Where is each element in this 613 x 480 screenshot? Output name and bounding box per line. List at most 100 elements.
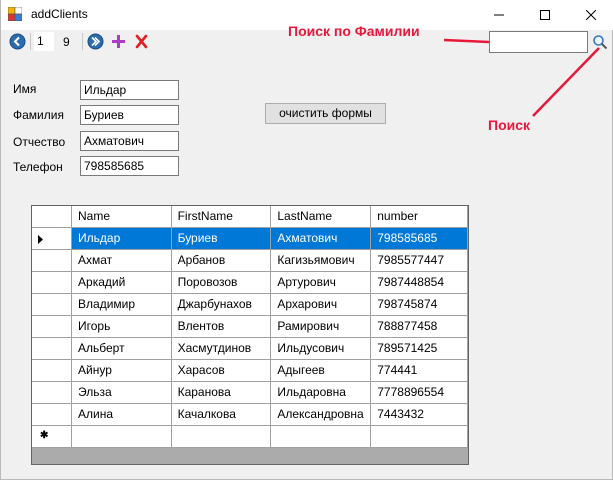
maximize-button[interactable] <box>522 0 568 30</box>
patronymic-field[interactable] <box>80 131 179 151</box>
cell-name[interactable]: Эльза <box>71 381 172 404</box>
app-window: addClients 1 9 Имя Ильдар Фамилия Буриев… <box>0 0 613 480</box>
search-icon[interactable] <box>592 34 608 50</box>
cell-lastname[interactable]: Кагизьямович <box>270 249 372 272</box>
cell-name[interactable]: Алина <box>71 403 172 426</box>
cell-firstname[interactable]: Поровозов <box>171 271 272 294</box>
move-previous-icon[interactable] <box>9 33 26 50</box>
cell-firstname[interactable]: Качалкова <box>171 403 272 426</box>
phone-field[interactable] <box>80 156 179 176</box>
minimize-button[interactable] <box>476 0 522 30</box>
row-header[interactable] <box>32 315 73 338</box>
empty-cell[interactable] <box>71 425 172 448</box>
cell-firstname[interactable]: Влентов <box>171 315 272 338</box>
cell-firstname[interactable]: Буриев <box>171 227 272 250</box>
search-annotation: Поиск <box>488 117 531 133</box>
column-header-firstname[interactable]: FirstName <box>171 206 272 228</box>
app-icon <box>8 7 22 21</box>
patronymic-label: Отчество <box>13 135 66 149</box>
row-header[interactable] <box>32 249 73 272</box>
surname-field[interactable] <box>80 105 179 125</box>
column-header-lastname[interactable]: LastName <box>270 206 372 228</box>
add-new-icon[interactable] <box>110 33 127 50</box>
grid-table: Name FirstName LastName number Ильдар Бур… <box>32 206 468 448</box>
cell-number[interactable]: 774441 <box>370 359 468 382</box>
count-label: 9 <box>63 35 70 49</box>
cell-name[interactable]: Ильдар <box>71 227 172 250</box>
surname-search-annotation: Поиск по Фамилии <box>288 23 420 39</box>
cell-firstname[interactable]: Арбанов <box>171 249 272 272</box>
cell-lastname[interactable]: Александровна <box>270 403 372 426</box>
cell-name[interactable]: Игорь <box>71 315 172 338</box>
cell-firstname[interactable]: Каранова <box>171 381 272 404</box>
new-row-icon: ✱ <box>40 429 49 441</box>
table-row[interactable]: Игорь Влентов Рамирович 788877458 <box>32 315 468 338</box>
cell-number[interactable]: 798745874 <box>370 293 468 316</box>
table-row[interactable]: Айнур Харасов Адыгеев 774441 <box>32 359 468 382</box>
table-row[interactable]: Владимир Джарбунахов Архарович 798745874 <box>32 293 468 316</box>
toolbar-separator <box>82 33 83 50</box>
table-row[interactable]: Эльза Каранова Ильдаровна 7778896554 <box>32 381 468 404</box>
row-header[interactable] <box>32 337 73 360</box>
delete-icon[interactable] <box>133 33 150 50</box>
cell-lastname[interactable]: Рамирович <box>270 315 372 338</box>
cell-name[interactable]: Ахмат <box>71 249 172 272</box>
table-row[interactable]: Ильдар Буриев Ахматович 798585685 <box>32 227 468 250</box>
cell-lastname[interactable]: Ахматович <box>270 227 372 250</box>
cell-firstname[interactable]: Хасмутдинов <box>171 337 272 360</box>
table-row[interactable]: Аркадий Поровозов Артурович 7987448854 <box>32 271 468 294</box>
table-row[interactable]: Ахмат Арбанов Кагизьямович 7985577447 <box>32 249 468 272</box>
current-row-icon <box>38 234 43 244</box>
cell-lastname[interactable]: Адыгеев <box>270 359 372 382</box>
cell-name[interactable]: Владимир <box>71 293 172 316</box>
row-header[interactable] <box>32 359 73 382</box>
cell-lastname[interactable]: Ильдусович <box>270 337 372 360</box>
surname-search-input[interactable] <box>489 31 588 53</box>
cell-number[interactable]: 7443432 <box>370 403 468 426</box>
row-header[interactable]: ✱ <box>32 425 73 448</box>
cell-number[interactable]: 788877458 <box>370 315 468 338</box>
grid-header-row: Name FirstName LastName number <box>32 206 468 228</box>
cell-number[interactable]: 798585685 <box>370 227 468 250</box>
empty-cell[interactable] <box>370 425 468 448</box>
close-icon <box>586 10 596 20</box>
empty-cell[interactable] <box>270 425 372 448</box>
row-header[interactable] <box>32 381 73 404</box>
position-input[interactable]: 1 <box>34 32 54 51</box>
row-header[interactable] <box>32 271 73 294</box>
empty-cell[interactable] <box>171 425 272 448</box>
row-header[interactable] <box>32 403 73 426</box>
surname-label: Фамилия <box>13 108 64 122</box>
cell-lastname[interactable]: Архарович <box>270 293 372 316</box>
row-header[interactable] <box>32 227 73 250</box>
cell-number[interactable]: 789571425 <box>370 337 468 360</box>
cell-number[interactable]: 7778896554 <box>370 381 468 404</box>
table-row[interactable]: Алина Качалкова Александровна 7443432 <box>32 403 468 426</box>
cell-lastname[interactable]: Ильдаровна <box>270 381 372 404</box>
cell-number[interactable]: 7985577447 <box>370 249 468 272</box>
cell-firstname[interactable]: Харасов <box>171 359 272 382</box>
column-header-name[interactable]: Name <box>71 206 172 228</box>
new-row[interactable]: ✱ <box>32 425 468 448</box>
toolbar-separator <box>30 33 31 50</box>
maximize-icon <box>540 10 550 20</box>
first-name-field[interactable] <box>80 80 179 100</box>
clear-form-button[interactable]: очистить формы <box>265 103 386 124</box>
table-row[interactable]: Альберт Хасмутдинов Ильдусович 789571425 <box>32 337 468 360</box>
cell-name[interactable]: Альберт <box>71 337 172 360</box>
minimize-icon <box>494 14 504 16</box>
cell-name[interactable]: Аркадий <box>71 271 172 294</box>
row-header[interactable] <box>32 293 73 316</box>
phone-label: Телефон <box>13 160 63 174</box>
move-next-icon[interactable] <box>87 33 104 50</box>
cell-lastname[interactable]: Артурович <box>270 271 372 294</box>
close-button[interactable] <box>568 0 613 30</box>
search-arrow <box>532 47 600 117</box>
cell-name[interactable]: Айнур <box>71 359 172 382</box>
column-header-number[interactable]: number <box>370 206 468 228</box>
cell-firstname[interactable]: Джарбунахов <box>171 293 272 316</box>
cell-number[interactable]: 7987448854 <box>370 271 468 294</box>
grid-corner <box>32 206 73 228</box>
clients-grid[interactable]: Name FirstName LastName number Ильдар Бур… <box>31 205 469 465</box>
first-name-label: Имя <box>13 82 37 96</box>
